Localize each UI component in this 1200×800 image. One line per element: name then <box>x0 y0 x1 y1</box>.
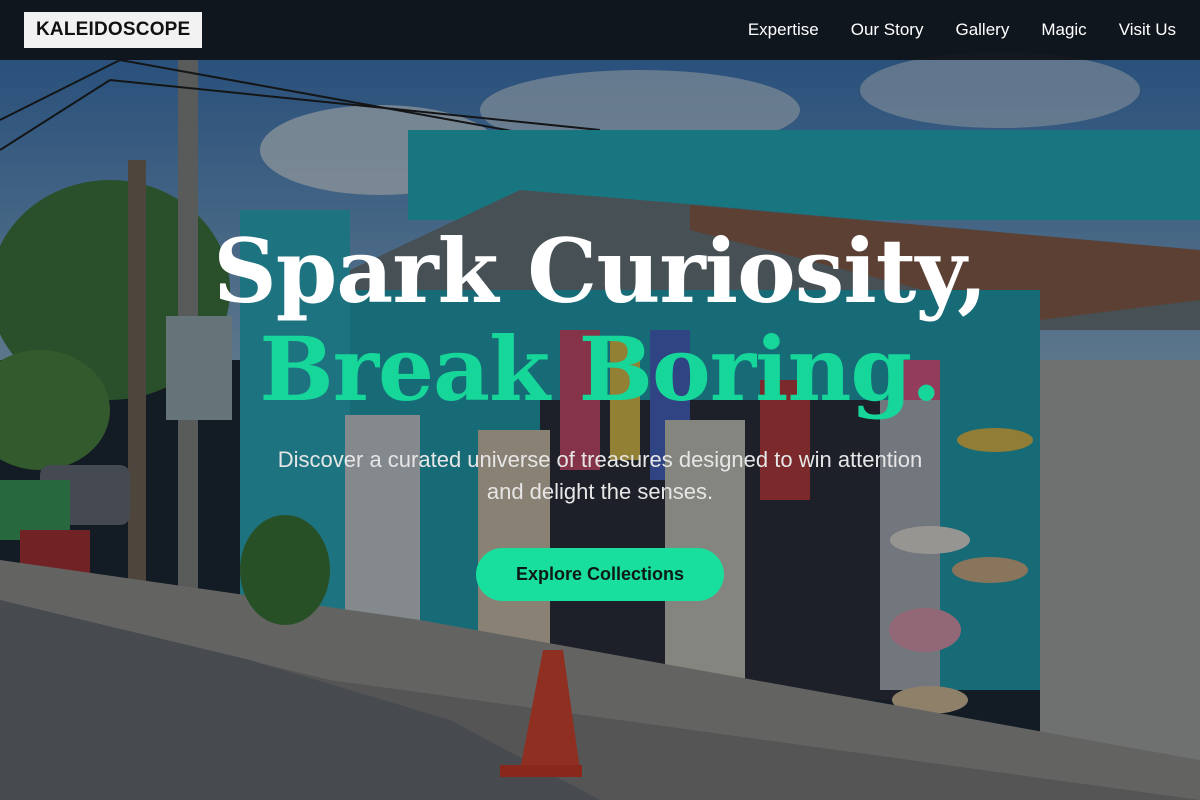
hero-title-line-1: Spark Curiosity, <box>213 219 988 323</box>
brand-logo[interactable]: KALEIDOSCOPE <box>24 12 203 48</box>
nav-link-visit-us[interactable]: Visit Us <box>1119 20 1176 40</box>
nav-links: Expertise Our Story Gallery Magic Visit … <box>748 20 1176 40</box>
nav-link-expertise[interactable]: Expertise <box>748 20 819 40</box>
top-navbar: KALEIDOSCOPE Expertise Our Story Gallery… <box>0 0 1200 60</box>
explore-collections-button[interactable]: Explore Collections <box>475 548 725 601</box>
nav-link-magic[interactable]: Magic <box>1041 20 1086 40</box>
hero-section: Spark Curiosity, Break Boring. Discover … <box>0 222 1200 601</box>
nav-link-our-story[interactable]: Our Story <box>851 20 924 40</box>
hero-subtitle: Discover a curated universe of treasures… <box>277 447 923 504</box>
hero-title: Spark Curiosity, Break Boring. <box>0 222 1200 418</box>
hero-title-line-2: Break Boring. <box>259 317 941 421</box>
nav-link-gallery[interactable]: Gallery <box>955 20 1009 40</box>
